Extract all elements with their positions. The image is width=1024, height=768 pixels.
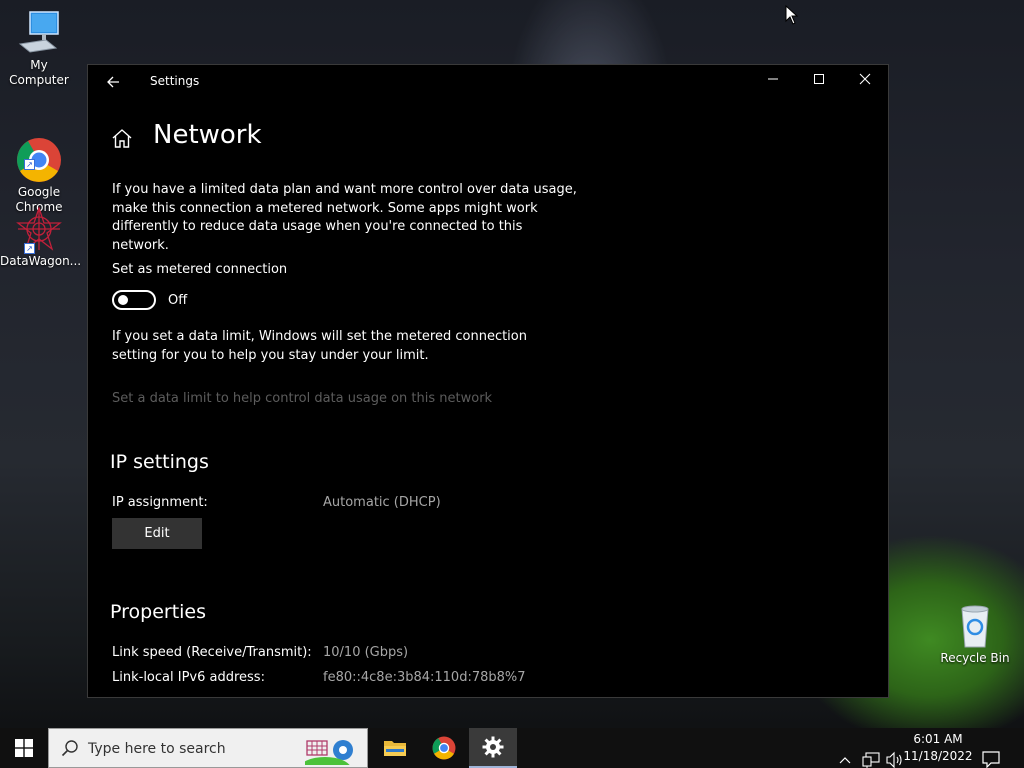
desktop-icon-label: Recycle Bin <box>940 651 1010 665</box>
shortcut-arrow-icon: ↗ <box>24 243 35 254</box>
desktop-icon-label: DataWagon... <box>0 254 82 268</box>
gear-icon <box>482 736 504 758</box>
ip-assignment-value: Automatic (DHCP) <box>323 495 441 510</box>
properties-heading: Properties <box>110 601 207 623</box>
settings-window: Settings Network If you have a limited d… <box>87 64 889 698</box>
taskbar: Type here to search 6:01 AM 11/18/2022 <box>0 728 1024 768</box>
search-placeholder: Type here to search <box>88 741 226 757</box>
mouse-cursor-icon <box>785 5 799 25</box>
window-title: Settings <box>150 74 200 88</box>
taskbar-chrome[interactable] <box>420 728 468 768</box>
desktop-icon-recycle-bin[interactable]: Recycle Bin <box>936 603 1014 666</box>
maximize-icon <box>814 74 824 84</box>
title-bar[interactable]: Settings <box>88 65 888 99</box>
computer-icon <box>16 10 62 56</box>
folder-icon <box>384 741 406 756</box>
data-limit-description: If you set a data limit, Windows will se… <box>112 329 527 363</box>
datawagon-icon: ↗ <box>16 205 62 254</box>
data-limit-link: Set a data limit to help control data us… <box>112 391 493 406</box>
back-button[interactable] <box>102 72 124 92</box>
start-button[interactable] <box>0 728 48 768</box>
link-speed-value: 10/10 (Gbps) <box>323 645 409 660</box>
clock-date: 11/18/2022 <box>903 749 973 763</box>
ipv6-address-label: Link-local IPv6 address: <box>112 670 265 685</box>
metered-description: If you have a limited data plan and want… <box>112 182 577 253</box>
maximize-button[interactable] <box>796 65 842 98</box>
taskbar-settings[interactable] <box>469 728 517 768</box>
home-icon[interactable] <box>110 127 134 151</box>
page-title: Network <box>153 120 262 150</box>
search-icon <box>61 740 78 757</box>
taskbar-file-explorer[interactable] <box>371 728 419 768</box>
desktop-icon-my-computer[interactable]: My Computer <box>0 10 78 88</box>
recycle-bin-icon <box>952 603 998 649</box>
metered-connection-toggle[interactable] <box>112 290 156 310</box>
minimize-icon <box>768 78 778 80</box>
clock-time: 6:01 AM <box>913 732 963 746</box>
shortcut-arrow-icon: ↗ <box>24 159 35 170</box>
link-speed-label: Link speed (Receive/Transmit): <box>112 645 312 660</box>
system-clock[interactable]: 6:01 AM 11/18/2022 <box>902 731 974 765</box>
close-icon <box>859 73 871 85</box>
windows-logo-icon <box>15 739 33 757</box>
edit-ip-button[interactable]: Edit <box>112 518 202 549</box>
ipv6-address-value: fe80::4c8e:3b84:110d:78b8%7 <box>323 670 526 685</box>
show-hidden-icons-chevron-icon[interactable] <box>838 741 852 768</box>
close-button[interactable] <box>842 65 888 98</box>
chrome-icon <box>432 736 456 760</box>
desktop-icon-label: My Computer <box>9 58 69 87</box>
minimize-button[interactable] <box>750 65 796 98</box>
search-highlight-icon <box>305 740 353 765</box>
ip-assignment-label: IP assignment: <box>112 495 208 510</box>
back-arrow-icon <box>107 76 119 88</box>
ip-settings-heading: IP settings <box>110 451 209 473</box>
desktop-icon-datawagon[interactable]: ↗ DataWagon... <box>0 205 82 269</box>
notification-icon[interactable] <box>982 739 1000 768</box>
toggle-state-label: Off <box>168 293 188 308</box>
toggle-knob <box>118 295 128 305</box>
desktop-icon-google-chrome[interactable]: ↗ Google Chrome <box>0 107 78 215</box>
metered-connection-label: Set as metered connection <box>112 262 288 277</box>
taskbar-search-box[interactable]: Type here to search <box>48 728 368 768</box>
network-icon[interactable] <box>862 740 880 768</box>
chrome-icon: ↗ <box>16 122 62 182</box>
